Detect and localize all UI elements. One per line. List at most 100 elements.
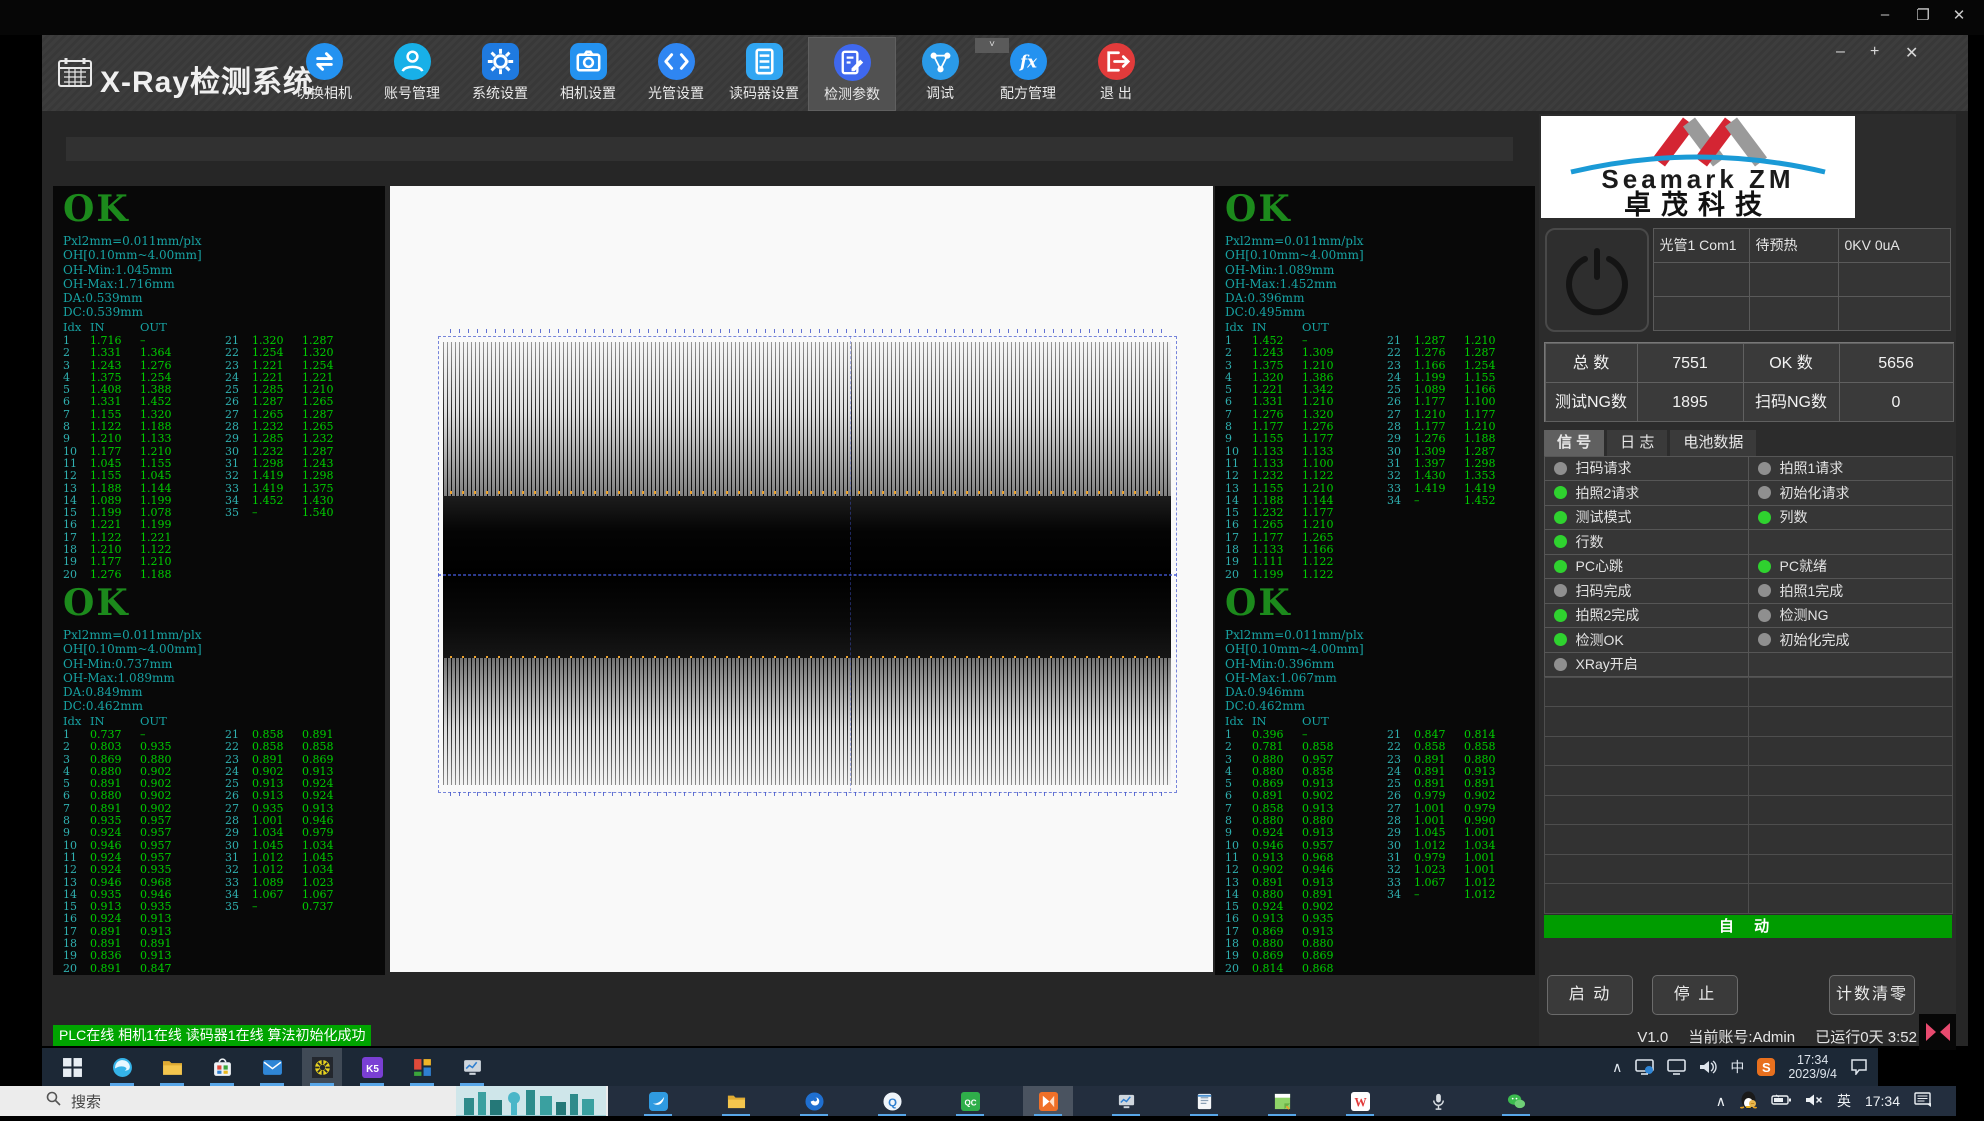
remote-minimize-button[interactable]: –	[1872, 6, 1898, 23]
measure-row: 331.0891.023	[225, 877, 352, 889]
tab-2[interactable]: 电池数据	[1670, 430, 1756, 456]
signal-item: 检测NG	[1748, 603, 1953, 629]
search-bar[interactable]: 搜索	[0, 1086, 608, 1116]
toolbar-item-account[interactable]: 账号管理	[368, 37, 456, 111]
edge-icon[interactable]	[102, 1048, 142, 1086]
row-out-value: 1.122	[1302, 556, 1352, 568]
signal-grid: 扫码请求拍照1请求拍照2请求初始化请求测试模式列数行数PC心跳PC就绪扫码完成拍…	[1544, 456, 1952, 677]
row-in-value: 0.891	[1252, 790, 1302, 802]
notepad-icon[interactable]	[1179, 1086, 1229, 1116]
wps-icon[interactable]: W	[1335, 1086, 1385, 1116]
file-explorer-icon[interactable]	[152, 1048, 192, 1086]
xray-power-button[interactable]	[1545, 228, 1649, 332]
row-out-value: 1.210	[1302, 519, 1352, 531]
row-out-value: 1.144	[140, 483, 190, 495]
svg-text:K5: K5	[366, 1064, 379, 1075]
tray-chevron-up-icon[interactable]: ∧	[1612, 1059, 1622, 1076]
perf-monitor-icon[interactable]	[1101, 1086, 1151, 1116]
left-measure-panel: OKPxl2mm=0.011mm/plxOH[0.10mm~4.00mm]OH-…	[53, 186, 385, 975]
row-index: 20	[1225, 569, 1252, 581]
measure-row: 260.9790.902	[1387, 790, 1514, 802]
toolbar-item-scanner-settings[interactable]: 读码器设置	[720, 37, 808, 111]
auto-mode-bar[interactable]: 自 动	[1544, 915, 1952, 938]
display-icon[interactable]	[1667, 1059, 1686, 1075]
browser-comma-icon[interactable]	[789, 1086, 839, 1116]
sticky-notes-icon[interactable]	[1257, 1086, 1307, 1116]
app-minimize-button[interactable]: –	[1836, 43, 1845, 61]
row-index: 33	[225, 483, 252, 495]
measure-row: 331.4191.419	[1387, 483, 1514, 495]
column-label: Idx	[1225, 320, 1252, 334]
toolbar-item-camera-settings[interactable]: 相机设置	[544, 37, 632, 111]
ime-en-indicator[interactable]: 英	[1837, 1091, 1851, 1111]
column-label: Idx	[63, 714, 90, 728]
row-in-value: 1.023	[1414, 864, 1464, 876]
measure-info-line: OH[0.10mm~4.00mm]	[63, 642, 202, 656]
mail-icon[interactable]	[252, 1048, 292, 1086]
start-icon	[62, 1057, 83, 1078]
media-bowtie-icon[interactable]	[1919, 1014, 1956, 1050]
row-in-value: 1.210	[90, 433, 140, 445]
tray2-chevron-up-icon[interactable]: ∧	[1716, 1093, 1726, 1110]
ime-indicator[interactable]: 中	[1730, 1057, 1744, 1077]
row-out-value: 1.452	[1464, 495, 1514, 507]
remote-date: 2023/9/4	[1788, 1067, 1837, 1081]
qq-penguin-icon[interactable]	[1740, 1090, 1757, 1112]
remote-session-icon[interactable]	[1635, 1059, 1654, 1075]
toolbar-item-inspect-params[interactable]: 检测参数	[808, 37, 896, 111]
local-time[interactable]: 17:34	[1865, 1093, 1900, 1109]
row-out-value: 0.957	[140, 827, 190, 839]
app-close-button[interactable]: ✕	[1905, 43, 1918, 63]
battery-icon[interactable]	[1771, 1093, 1791, 1109]
toolbar-item-exit[interactable]: 退 出	[1072, 37, 1160, 111]
mic-icon	[1429, 1092, 1448, 1111]
kingsoft-icon[interactable]: K5	[352, 1048, 392, 1086]
swap-icon	[306, 43, 343, 80]
tab-0[interactable]: 信 号	[1544, 430, 1604, 456]
toolbar-item-tube-settings[interactable]: 光管设置	[632, 37, 720, 111]
volume-icon[interactable]	[1699, 1059, 1717, 1075]
toolbar-item-switch-camera[interactable]: 切换相机	[280, 37, 368, 111]
row-in-value: 1.452	[252, 495, 302, 507]
wechat-icon[interactable]	[1491, 1086, 1541, 1116]
volume-muted-icon[interactable]	[1805, 1093, 1823, 1110]
row-index: 20	[63, 963, 90, 975]
remote-restore-button[interactable]: ❐	[1910, 6, 1936, 24]
app-maximize-button[interactable]: +	[1870, 43, 1879, 61]
svg-text:fx: fx	[1019, 51, 1038, 71]
mail-bird-icon[interactable]	[633, 1086, 683, 1116]
toolbar-item-debug[interactable]: 调试	[896, 37, 984, 111]
row-out-value: 0.913	[1302, 877, 1352, 889]
toolbar-item-system-settings[interactable]: 系统设置	[456, 37, 544, 111]
empty-cell	[1748, 706, 1953, 737]
touch-keyboard-icon[interactable]	[1914, 1092, 1932, 1111]
toolbar-item-label: 退 出	[1100, 83, 1132, 103]
row-index: 12	[1225, 864, 1252, 876]
xray-app-icon[interactable]	[302, 1048, 342, 1086]
system-monitor-icon[interactable]	[452, 1048, 492, 1086]
start-button[interactable]: 启 动	[1547, 975, 1633, 1015]
mic-icon[interactable]	[1413, 1086, 1463, 1116]
clear-count-button[interactable]: 计数清零	[1829, 975, 1915, 1015]
start-icon[interactable]	[52, 1048, 92, 1086]
stop-button[interactable]: 停 止	[1652, 975, 1738, 1015]
store-icon[interactable]	[202, 1048, 242, 1086]
row-out-value: 1.320	[302, 347, 352, 359]
svg-text:W: W	[1354, 1095, 1367, 1109]
remote-clock[interactable]: 17:34 2023/9/4	[1788, 1053, 1837, 1081]
photos-tiles-icon[interactable]	[402, 1048, 442, 1086]
sogou-icon[interactable]: S	[1757, 1058, 1775, 1076]
folder-icon[interactable]	[711, 1086, 761, 1116]
empty-cell	[1544, 765, 1749, 796]
qq-browser-icon[interactable]: Q	[867, 1086, 917, 1116]
notification-icon[interactable]	[1850, 1059, 1868, 1075]
chevron-down-icon[interactable]: ˅	[975, 38, 1009, 53]
tab-1[interactable]: 日 志	[1607, 430, 1667, 456]
brand-logo: Seamark ZM 卓茂科技	[1541, 116, 1855, 218]
remote-close-button[interactable]: ✕	[1946, 6, 1972, 24]
xray-image-view[interactable]	[390, 186, 1213, 972]
qc-tool-icon[interactable]: QC	[945, 1086, 995, 1116]
media-player-icon[interactable]	[1023, 1086, 1073, 1116]
row-index: 22	[225, 347, 252, 359]
row-index: 9	[63, 827, 90, 839]
